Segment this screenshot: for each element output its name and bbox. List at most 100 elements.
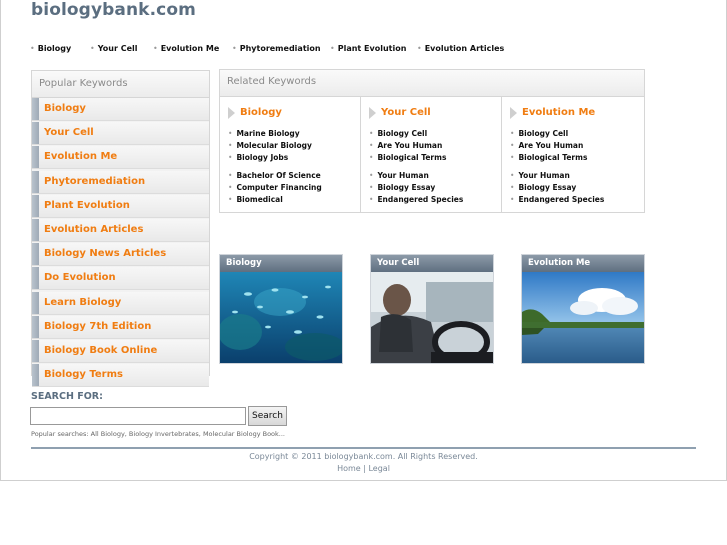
popular-keyword-link[interactable]: Evolution Articles <box>44 219 143 241</box>
list-item[interactable]: • Endangered Species <box>510 194 604 206</box>
popular-item: Biology 7th Edition <box>32 315 209 339</box>
related-column-your-cell: Your Cell • Biology Cell • Are You Human •… <box>361 97 502 212</box>
related-link: Bachelor Of Science <box>236 171 321 180</box>
list-item[interactable]: • Bachelor Of Science <box>228 170 322 182</box>
bullet-icon: • <box>153 44 158 53</box>
popular-item: Biology Terms <box>32 364 209 388</box>
popular-keyword-link[interactable]: Evolution Me <box>44 146 117 168</box>
legal-link[interactable]: Legal <box>368 464 389 473</box>
popular-item: Learn Biology <box>32 291 209 315</box>
topnav-item-evolution-articles[interactable]: • Evolution Articles <box>417 44 504 53</box>
item-marker <box>32 170 39 193</box>
list-item[interactable]: • Biomedical <box>228 194 322 206</box>
search-input[interactable] <box>30 407 246 425</box>
bullet-icon: • <box>510 153 515 162</box>
popular-keyword-link[interactable]: Biology 7th Edition <box>44 316 151 338</box>
popular-item: Do Evolution <box>32 267 209 291</box>
card-title: Evolution Me <box>522 255 644 272</box>
list-item[interactable]: • Are You Human <box>369 140 446 152</box>
popular-keyword-link[interactable]: Phytoremediation <box>44 171 145 193</box>
bullet-icon: • <box>510 141 515 150</box>
popular-item: Evolution Articles <box>32 218 209 242</box>
related-link: Biology Cell <box>518 129 569 138</box>
list-item[interactable]: • Marine Biology <box>228 128 312 140</box>
popular-keyword-link[interactable]: Biology Terms <box>44 364 123 386</box>
bullet-icon: • <box>369 129 374 138</box>
list-item[interactable]: • Molecular Biology <box>228 140 312 152</box>
bullet-icon: • <box>228 183 233 192</box>
popular-keyword-link[interactable]: Biology <box>44 98 86 120</box>
list-item[interactable]: • Are You Human <box>510 140 587 152</box>
item-marker <box>32 291 39 314</box>
related-column-title[interactable]: Evolution Me <box>510 107 595 118</box>
list-item[interactable]: • Biology Jobs <box>228 152 312 164</box>
topnav-label: Plant Evolution <box>337 44 407 53</box>
related-column-biology: Biology • Marine Biology • Molecular Biolo… <box>220 97 361 212</box>
related-link-list: • Marine Biology • Molecular Biology • Biol… <box>228 128 312 164</box>
popular-item: Plant Evolution <box>32 194 209 218</box>
popular-keyword-link[interactable]: Your Cell <box>44 122 94 144</box>
topnav-item-phytoremediation[interactable]: • Phytoremediation <box>232 44 321 53</box>
site-title[interactable]: biologybank.com <box>31 0 196 20</box>
popular-searches-text[interactable]: Popular searches: All Biology, Biology I… <box>31 430 285 438</box>
popular-keyword-link[interactable]: Biology Book Online <box>44 340 157 362</box>
popular-keyword-link[interactable]: Plant Evolution <box>44 195 130 217</box>
popular-keyword-link[interactable]: Do Evolution <box>44 267 116 289</box>
item-marker <box>32 122 39 145</box>
footer-separator: | <box>363 464 366 473</box>
bullet-icon: • <box>510 129 515 138</box>
footer-links: Home | Legal <box>0 464 727 473</box>
bullet-icon: • <box>369 141 374 150</box>
popular-keywords-panel: Popular Keywords Biology Your Cell Evolu… <box>31 70 210 388</box>
topnav-label: Evolution Articles <box>424 44 505 53</box>
image-card-biology[interactable]: Biology <box>219 254 343 364</box>
related-link: Biology Essay <box>377 183 436 192</box>
search-label: SEARCH FOR: <box>31 391 103 402</box>
popular-item: Evolution Me <box>32 146 209 170</box>
related-column-title-text: Your Cell <box>381 107 431 118</box>
topnav-item-your-cell[interactable]: • Your Cell <box>90 44 137 53</box>
list-item[interactable]: • Your Human <box>510 170 604 182</box>
search-button[interactable]: Search <box>248 406 287 426</box>
related-link: Are You Human <box>377 141 443 150</box>
popular-item: Your Cell <box>32 122 209 146</box>
related-link: Endangered Species <box>377 195 464 204</box>
footer-divider <box>31 447 696 449</box>
copyright-text: Copyright © 2011 biologybank.com. All Ri… <box>249 452 478 461</box>
bullet-icon: • <box>510 183 515 192</box>
item-marker <box>32 364 39 387</box>
item-marker <box>32 146 39 169</box>
bullet-icon: • <box>510 195 515 204</box>
bullet-icon: • <box>369 195 374 204</box>
list-item[interactable]: • Biology Cell <box>369 128 446 140</box>
related-column-title-text: Biology <box>240 107 282 118</box>
home-link[interactable]: Home <box>337 464 361 473</box>
topnav-item-biology[interactable]: • Biology <box>30 44 71 53</box>
popular-item: Phytoremediation <box>32 170 209 194</box>
topnav-label: Biology <box>37 44 72 53</box>
related-link: Your Human <box>377 171 429 180</box>
list-item[interactable]: • Biology Essay <box>510 182 604 194</box>
image-card-evolution-me[interactable]: Evolution Me <box>521 254 645 364</box>
list-item[interactable]: • Biology Essay <box>369 182 463 194</box>
list-item[interactable]: • Computer Financing <box>228 182 322 194</box>
popular-keyword-link[interactable]: Learn Biology <box>44 292 121 314</box>
list-item[interactable]: • Biological Terms <box>510 152 587 164</box>
bullet-icon: • <box>369 153 374 162</box>
item-marker <box>32 98 39 120</box>
item-marker <box>32 243 39 266</box>
list-item[interactable]: • Biology Cell <box>510 128 587 140</box>
bullet-icon: • <box>30 44 35 53</box>
list-item[interactable]: • Your Human <box>369 170 463 182</box>
image-card-your-cell[interactable]: Your Cell <box>370 254 494 364</box>
topnav-item-evolution-me[interactable]: • Evolution Me <box>153 44 219 53</box>
list-item[interactable]: • Endangered Species <box>369 194 463 206</box>
popular-keyword-link[interactable]: Biology News Articles <box>44 243 166 265</box>
related-link-list: • Bachelor Of Science • Computer Financing… <box>228 170 322 206</box>
related-column-title[interactable]: Biology <box>228 107 282 118</box>
related-column-title[interactable]: Your Cell <box>369 107 431 118</box>
list-item[interactable]: • Biological Terms <box>369 152 446 164</box>
topnav-item-plant-evolution[interactable]: • Plant Evolution <box>330 44 406 53</box>
bullet-icon: • <box>228 141 233 150</box>
related-link: Biology Essay <box>518 183 577 192</box>
